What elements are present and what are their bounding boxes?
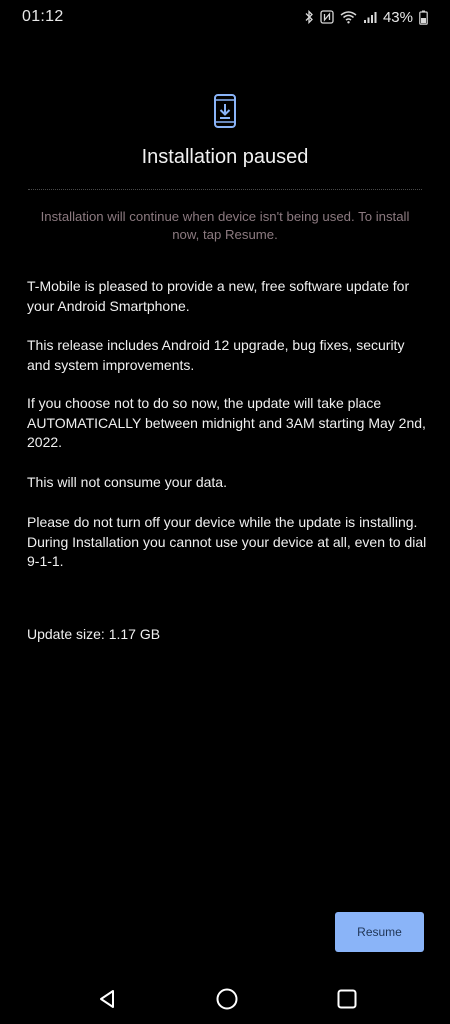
- wifi-icon: [340, 10, 357, 24]
- battery-icon: [419, 10, 428, 25]
- body-paragraph: This release includes Android 12 upgrade…: [27, 337, 405, 373]
- navigation-bar: [0, 972, 450, 1024]
- resume-button[interactable]: Resume: [335, 912, 424, 952]
- bluetooth-icon: [304, 10, 314, 24]
- body-paragraph: T-Mobile is pleased to provide a new, fr…: [27, 278, 410, 314]
- pause-notice: Installation will continue when device i…: [40, 209, 410, 242]
- status-time: 01:12: [22, 8, 64, 25]
- body-paragraph: If you choose not to do so now, the upda…: [27, 395, 426, 450]
- body-paragraph: Please do not turn off your device while…: [27, 514, 427, 569]
- signal-icon: [363, 10, 377, 24]
- update-size: Update size: 1.17 GB: [27, 626, 161, 642]
- phone-download-icon: [213, 93, 237, 129]
- status-icons: 43%: [304, 9, 428, 26]
- page-title: Installation paused: [141, 146, 309, 168]
- nfc-icon: [320, 10, 334, 24]
- back-icon[interactable]: [95, 986, 121, 1012]
- body-paragraph: This will not consume your data.: [27, 474, 227, 490]
- home-icon[interactable]: [214, 986, 240, 1012]
- status-bar: 01:12 43%: [0, 0, 450, 34]
- divider: [28, 189, 422, 190]
- battery-percent: 43%: [382, 8, 413, 26]
- recents-icon[interactable]: [334, 986, 360, 1012]
